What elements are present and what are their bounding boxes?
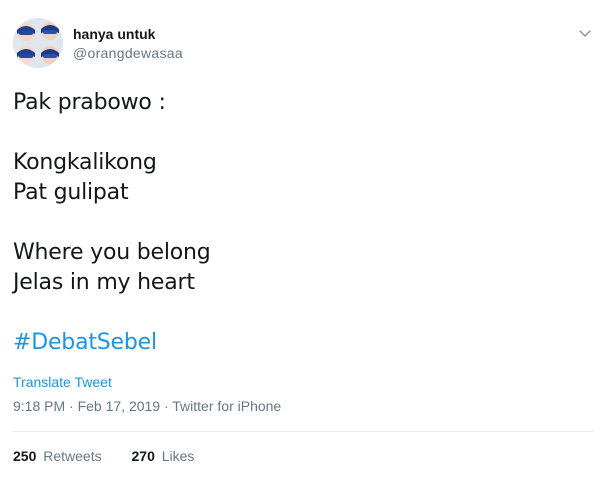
tweet-line: Pak prabowo : xyxy=(13,90,166,115)
display-name[interactable]: hanya untuk xyxy=(73,26,155,42)
tweet-timestamp[interactable]: 9:18 PM · Feb 17, 2019 · Twitter for iPh… xyxy=(13,398,281,414)
likes-count: 270 xyxy=(131,448,155,464)
likes-label: Likes xyxy=(161,448,195,464)
tweet-line: Pat gulipat xyxy=(13,180,129,205)
translate-tweet-link[interactable]: Translate Tweet xyxy=(13,374,112,390)
user-handle[interactable]: @orangdewasaa xyxy=(73,45,183,61)
retweets-count: 250 xyxy=(13,448,37,464)
tweet-line: Kongkalikong xyxy=(13,150,157,175)
tweet-line: Jelas in my heart xyxy=(13,270,195,295)
tweet-stats: 250 Retweets 270 Likes xyxy=(13,448,220,464)
profile-avatar[interactable] xyxy=(13,18,63,68)
tweet-text: Pak prabowo : Kongkalikong Pat gulipat W… xyxy=(13,88,211,358)
retweets-label: Retweets xyxy=(43,448,102,464)
chevron-down-icon[interactable] xyxy=(576,24,594,42)
tweet-line: Where you belong xyxy=(13,240,211,265)
profile-avatar-icon xyxy=(13,18,63,68)
likes-stat[interactable]: 270 Likes xyxy=(132,448,195,464)
divider xyxy=(13,431,594,432)
tweet-card: hanya untuk @orangdewasaa Pak prabowo : … xyxy=(0,0,603,479)
retweets-stat[interactable]: 250 Retweets xyxy=(13,448,102,464)
hashtag-link[interactable]: #DebatSebel xyxy=(13,328,211,358)
